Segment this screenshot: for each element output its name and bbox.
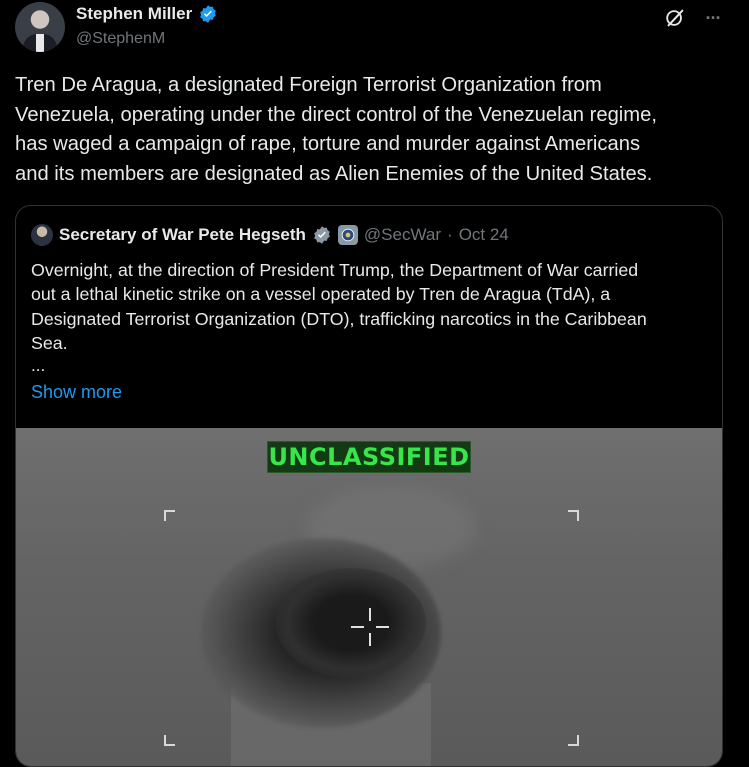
targeting-corner-top-left (164, 510, 175, 521)
quoted-author-handle[interactable]: @SecWar (364, 225, 441, 245)
quoted-author-display-name[interactable]: Secretary of War Pete Hegseth (59, 225, 306, 245)
author-handle[interactable]: @StephenM (76, 30, 165, 48)
show-more-link[interactable]: Show more (31, 382, 122, 403)
more-icon-glyph: ··· (705, 7, 722, 28)
post-top-actions: ··· (663, 6, 725, 30)
quoted-post-text: Overnight, at the direction of President… (31, 260, 647, 354)
government-badge-icon (337, 225, 358, 245)
tweet-text: Tren De Aragua, a designated Foreign Ter… (15, 74, 657, 186)
avatar-shirt (36, 34, 44, 52)
author-display-name[interactable]: Stephen Miller (76, 4, 192, 24)
quoted-author-avatar[interactable] (31, 224, 53, 246)
author-name-row: Stephen Miller (76, 4, 218, 24)
verified-badge-icon (200, 5, 217, 23)
targeting-corner-top-right (568, 510, 579, 521)
quoted-post[interactable]: Secretary of War Pete Hegseth @SecWar · … (15, 205, 723, 767)
targeting-corner-bottom-right (568, 735, 579, 746)
quoted-post-header: Secretary of War Pete Hegseth @SecWar · … (31, 224, 509, 246)
quoted-verified-badge-icon (314, 226, 330, 244)
crosshair-icon (351, 608, 389, 646)
author-avatar[interactable] (15, 2, 65, 52)
quoted-post-date[interactable]: Oct 24 (459, 225, 509, 245)
government-seal-icon (341, 228, 355, 242)
post: Stephen Miller @StephenM ··· Tren De Ara… (0, 0, 749, 767)
quoted-separator: · (447, 225, 453, 244)
grok-icon[interactable] (663, 6, 687, 30)
quoted-post-ellipsis: ... (31, 356, 46, 375)
grok-icon-svg (666, 9, 684, 27)
more-icon[interactable]: ··· (701, 6, 725, 30)
unclassified-label: UNCLASSIFIED (267, 441, 471, 473)
quoted-post-video[interactable]: UNCLASSIFIED (16, 428, 722, 766)
targeting-corner-bottom-left (164, 735, 175, 746)
